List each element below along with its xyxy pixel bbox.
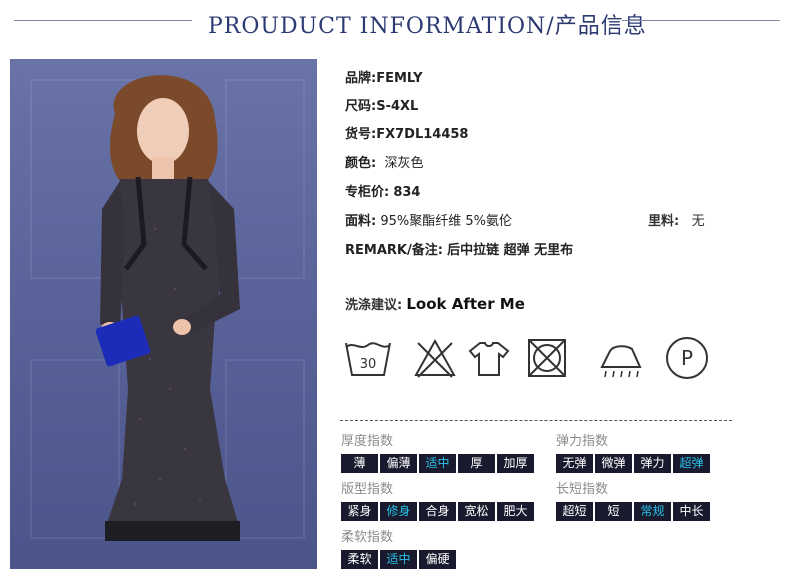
softness-index-title: 柔软指数 xyxy=(341,530,394,545)
softness-options: 柔软 适中 偏硬 xyxy=(341,550,456,569)
softness-option-stiff[interactable]: 偏硬 xyxy=(419,550,456,569)
length-index-title: 长短指数 xyxy=(556,482,609,497)
wash-temp: 30 xyxy=(360,357,377,372)
length-option-extra-short[interactable]: 超短 xyxy=(556,502,593,521)
thickness-option-thick[interactable]: 厚 xyxy=(458,454,495,473)
fit-option-slim[interactable]: 修身 xyxy=(380,502,417,521)
size-row: 尺码:S-4XL xyxy=(345,95,418,114)
softness-index: 柔软指数 柔软 适中 偏硬 xyxy=(341,526,456,569)
brand-value: FEMLY xyxy=(376,71,423,86)
price-row: 专柜价: 834 xyxy=(345,181,420,200)
dry-clean-letter: P xyxy=(681,346,693,370)
color-label: 颜色: xyxy=(345,156,377,171)
thickness-option-thin[interactable]: 薄 xyxy=(341,454,378,473)
header-rule-right xyxy=(622,20,780,21)
lining-label: 里料: xyxy=(648,214,680,229)
wash-30-icon: 30 xyxy=(345,342,391,376)
hang-dry-icon xyxy=(468,342,510,376)
size-label: 尺码: xyxy=(345,99,377,114)
elasticity-options: 无弹 微弹 弹力 超弹 xyxy=(556,454,710,473)
fit-option-regular[interactable]: 合身 xyxy=(419,502,456,521)
brand-row: 品牌:FEMLY xyxy=(345,67,423,86)
item-no-row: 货号:FX7DL14458 xyxy=(345,123,468,142)
care-row: 洗涤建议: Look After Me xyxy=(345,294,525,313)
thickness-option-medium[interactable]: 适中 xyxy=(419,454,456,473)
header-rule-left xyxy=(14,20,192,21)
length-option-short[interactable]: 短 xyxy=(595,502,632,521)
fit-option-oversize[interactable]: 肥大 xyxy=(497,502,534,521)
iron-steam-icon xyxy=(600,345,642,378)
lining-row: 里料: 无 xyxy=(648,210,705,229)
item-no-value: FX7DL14458 xyxy=(376,127,469,142)
size-value: S-4XL xyxy=(376,99,419,114)
fabric-row: 面料: 95%聚酯纤维 5%氨伦 xyxy=(345,210,512,229)
length-option-regular[interactable]: 常规 xyxy=(634,502,671,521)
brand-label: 品牌: xyxy=(345,71,377,86)
page-title: PROUDUCT INFORMATION/产品信息 xyxy=(208,14,647,39)
thickness-index: 厚度指数 薄 偏薄 适中 厚 加厚 xyxy=(341,430,534,473)
color-row: 颜色: 深灰色 xyxy=(345,152,423,171)
dry-clean-p-icon: P xyxy=(666,337,708,379)
elasticity-index-title: 弹力指数 xyxy=(556,434,609,449)
product-photo xyxy=(10,59,317,569)
elasticity-option-slight[interactable]: 微弹 xyxy=(595,454,632,473)
price-value: 834 xyxy=(393,185,421,200)
thickness-option-slightly-thin[interactable]: 偏薄 xyxy=(380,454,417,473)
thickness-index-title: 厚度指数 xyxy=(341,434,394,449)
softness-option-medium[interactable]: 适中 xyxy=(380,550,417,569)
fit-option-loose[interactable]: 宽松 xyxy=(458,502,495,521)
model-illustration xyxy=(95,75,240,541)
elasticity-option-none[interactable]: 无弹 xyxy=(556,454,593,473)
thickness-option-extra-thick[interactable]: 加厚 xyxy=(497,454,534,473)
elasticity-index: 弹力指数 无弹 微弹 弹力 超弹 xyxy=(556,430,710,473)
elasticity-option-super[interactable]: 超弹 xyxy=(673,454,710,473)
no-bleach-icon xyxy=(414,338,456,378)
length-option-mid-long[interactable]: 中长 xyxy=(673,502,710,521)
length-index: 长短指数 超短 短 常规 中长 xyxy=(556,478,710,521)
item-no-label: 货号: xyxy=(345,127,377,142)
lining-value: 无 xyxy=(691,214,705,229)
no-tumble-dry-icon xyxy=(528,339,566,377)
fabric-label: 面料: xyxy=(345,214,377,229)
elasticity-option-stretch[interactable]: 弹力 xyxy=(634,454,671,473)
care-label: 洗涤建议: xyxy=(345,298,403,313)
color-value: 深灰色 xyxy=(384,156,424,171)
fit-options: 紧身 修身 合身 宽松 肥大 xyxy=(341,502,534,521)
care-value: Look After Me xyxy=(406,295,525,313)
remark-row: REMARK/备注: 后中拉链 超弹 无里布 xyxy=(345,239,573,258)
fit-index-title: 版型指数 xyxy=(341,482,394,497)
fit-index: 版型指数 紧身 修身 合身 宽松 肥大 xyxy=(341,478,534,521)
fit-option-tight[interactable]: 紧身 xyxy=(341,502,378,521)
price-label: 专柜价: xyxy=(345,185,390,200)
fabric-value: 95%聚酯纤维 5%氨伦 xyxy=(380,214,512,229)
remark-label: REMARK/备注: xyxy=(345,243,443,258)
section-divider xyxy=(340,420,732,421)
softness-option-soft[interactable]: 柔软 xyxy=(341,550,378,569)
thickness-options: 薄 偏薄 适中 厚 加厚 xyxy=(341,454,534,473)
remark-value: 后中拉链 超弹 无里布 xyxy=(447,243,574,258)
length-options: 超短 短 常规 中长 xyxy=(556,502,710,521)
